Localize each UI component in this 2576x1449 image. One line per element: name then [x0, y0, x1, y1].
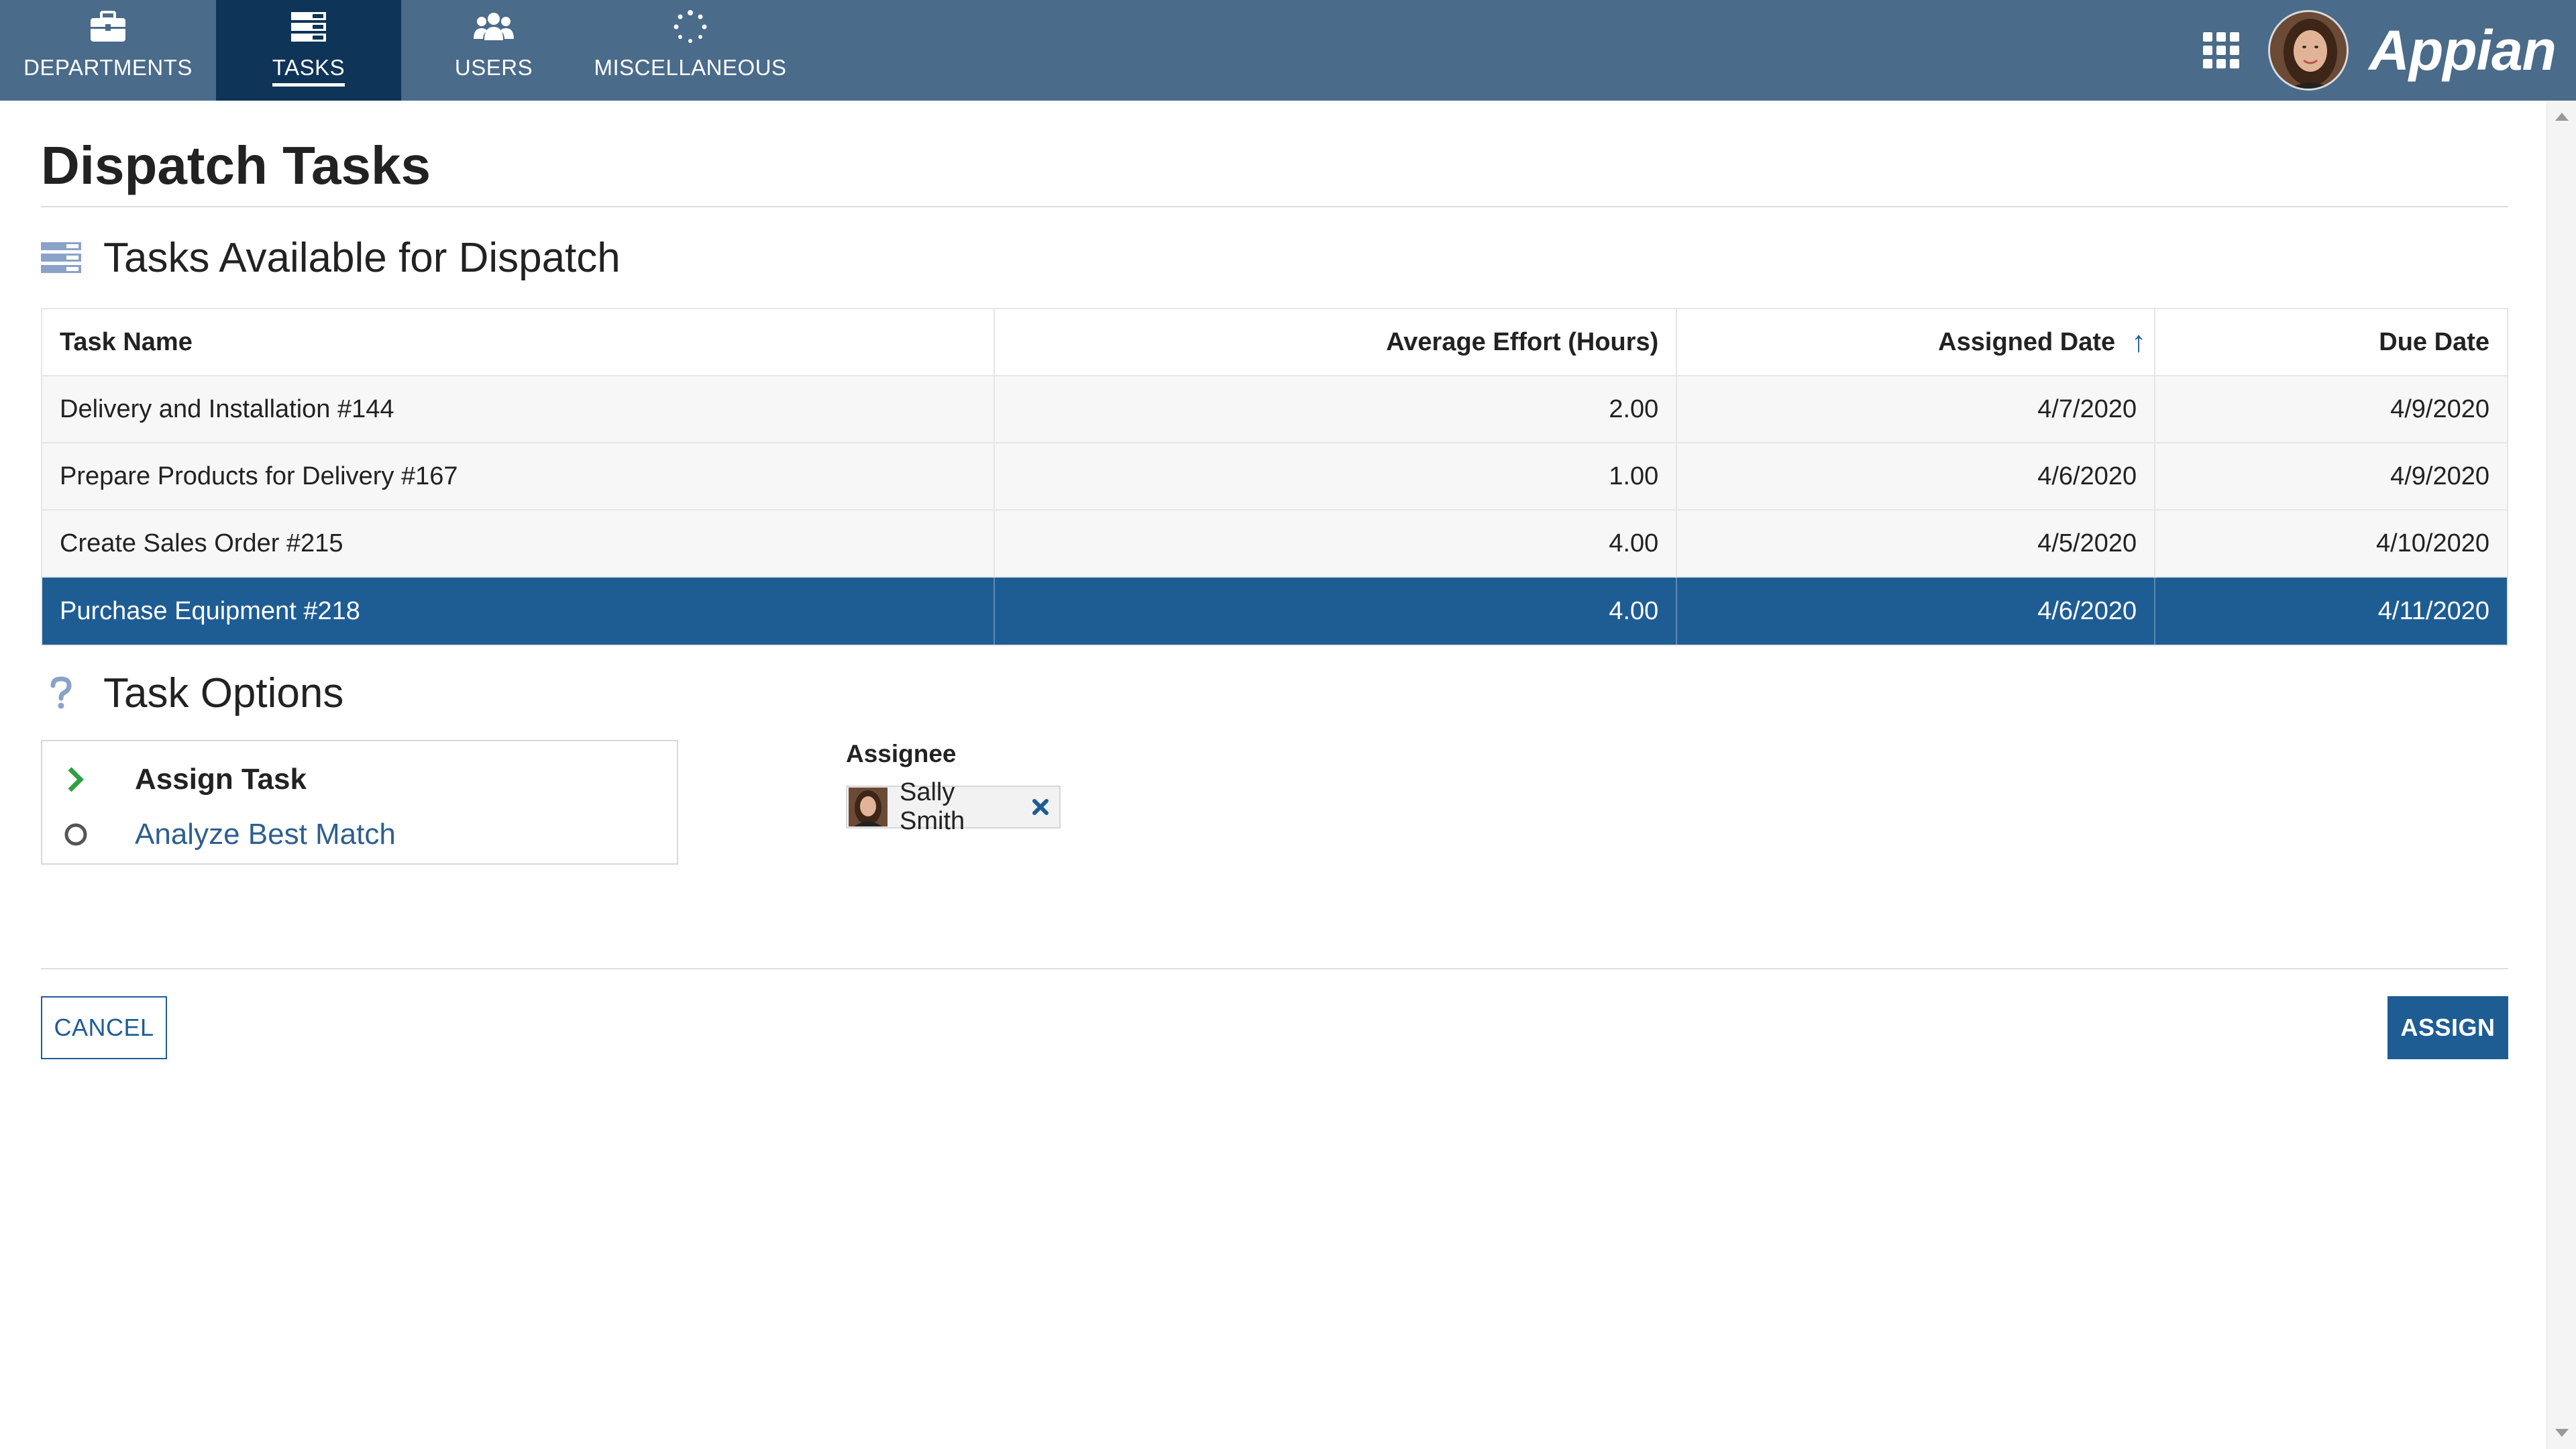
- help-icon: [41, 676, 81, 710]
- tab-miscellaneous[interactable]: MISCELLANEOUS: [586, 0, 794, 101]
- table-row[interactable]: Prepare Products for Delivery #167 1.00 …: [42, 443, 2507, 511]
- tasks-section-heading: Tasks Available for Dispatch: [41, 207, 2508, 308]
- tab-departments[interactable]: DEPARTMENTS: [0, 0, 216, 101]
- tasks-section-title: Tasks Available for Dispatch: [103, 234, 621, 281]
- assignee-user-chip[interactable]: Sally Smith: [846, 778, 1061, 835]
- cell-average-effort: 4.00: [995, 511, 1678, 576]
- task-list-icon: [290, 7, 327, 47]
- cell-task-name: Purchase Equipment #218: [42, 578, 995, 645]
- assignee-name: Sally Smith: [900, 778, 965, 835]
- tasks-grid: Task Name Average Effort (Hours) Assigne…: [41, 308, 2508, 646]
- chevron-right-icon: [62, 766, 89, 793]
- page-title: Dispatch Tasks: [41, 136, 431, 195]
- sort-ascending-icon: ↑: [2131, 325, 2147, 358]
- radio-circle-icon: [62, 821, 89, 848]
- options-section-title: Task Options: [103, 669, 344, 716]
- tab-miscellaneous-label: MISCELLANEOUS: [594, 55, 787, 80]
- assign-button[interactable]: ASSIGN: [2387, 996, 2508, 1059]
- cell-due-date: 4/11/2020: [2377, 596, 2489, 625]
- cell-average-effort: 2.00: [995, 376, 1678, 442]
- option-analyze-best-match[interactable]: Analyze Best Match: [42, 807, 677, 862]
- assignee-field: Assignee Sally Smith: [846, 740, 1061, 835]
- cell-assigned-date: 4/6/2020: [1677, 443, 2156, 509]
- column-header-assigned-date-label: Assigned Date: [1938, 327, 2116, 356]
- column-header-task-name[interactable]: Task Name: [42, 309, 995, 375]
- task-list-icon: [41, 241, 81, 274]
- tab-departments-label: DEPARTMENTS: [23, 55, 193, 80]
- assignee-label: Assignee: [846, 740, 957, 767]
- column-header-assigned-date[interactable]: Assigned Date ↑: [1677, 309, 2156, 375]
- top-navigation-bar: DEPARTMENTS TASKS USERS MISCELLANEOUS Ap…: [0, 0, 2576, 101]
- cell-task-name: Prepare Products for Delivery #167: [42, 443, 995, 509]
- app-grid-icon[interactable]: [2201, 30, 2241, 70]
- tab-tasks[interactable]: TASKS: [216, 0, 401, 101]
- appian-logo[interactable]: Appian: [2369, 18, 2557, 83]
- remove-icon[interactable]: [1027, 794, 1054, 820]
- options-area: Assign Task Analyze Best Match Assignee: [41, 740, 2508, 968]
- cell-task-name: Create Sales Order #215: [42, 511, 995, 576]
- main-content: Dispatch Tasks Tasks Available for Dispa…: [41, 101, 2508, 1083]
- tab-users-label: USERS: [454, 55, 533, 80]
- option-analyze-best-match-label: Analyze Best Match: [135, 818, 396, 851]
- tab-tasks-label: TASKS: [272, 55, 345, 87]
- cancel-button[interactable]: CANCEL: [41, 996, 167, 1059]
- column-header-average-effort[interactable]: Average Effort (Hours): [994, 309, 1678, 375]
- cell-assigned-date: 4/7/2020: [1677, 376, 2156, 442]
- cell-due-date: 4/10/2020: [2375, 529, 2489, 557]
- table-header-row: Task Name Average Effort (Hours) Assigne…: [42, 309, 2507, 376]
- column-header-due-date[interactable]: Due Date: [2155, 309, 2507, 375]
- table-row[interactable]: Create Sales Order #215 4.00 4/5/2020 4/…: [42, 511, 2507, 578]
- spinner-icon: [673, 7, 708, 47]
- table-row[interactable]: Delivery and Installation #144 2.00 4/7/…: [42, 376, 2507, 443]
- cell-average-effort: 1.00: [995, 443, 1678, 509]
- action-buttons: CANCEL ASSIGN: [41, 969, 2508, 1083]
- briefcase-icon: [89, 7, 127, 47]
- cell-assigned-date: 4/5/2020: [1677, 511, 2156, 576]
- users-icon: [474, 7, 514, 47]
- tab-users[interactable]: USERS: [401, 0, 586, 101]
- scroll-up-arrow-icon[interactable]: [2555, 113, 2569, 121]
- scroll-down-arrow-icon[interactable]: [2555, 1429, 2569, 1437]
- user-avatar[interactable]: [2268, 10, 2349, 91]
- options-section-heading: Task Options: [41, 646, 2508, 740]
- task-options-list: Assign Task Analyze Best Match: [41, 740, 678, 865]
- topbar-right-group: Appian: [2201, 0, 2576, 101]
- option-assign-task-label: Assign Task: [135, 763, 307, 796]
- cell-due-date: 4/9/2020: [2390, 462, 2489, 490]
- table-row-selected[interactable]: Purchase Equipment #218 4.00 4/6/2020 4/…: [42, 578, 2507, 645]
- option-assign-task[interactable]: Assign Task: [42, 752, 677, 807]
- cell-assigned-date: 4/6/2020: [1677, 578, 2156, 645]
- cell-due-date: 4/9/2020: [2390, 394, 2489, 423]
- cell-task-name: Delivery and Installation #144: [42, 376, 995, 442]
- vertical-scrollbar[interactable]: [2546, 101, 2576, 1449]
- cell-average-effort: 4.00: [995, 578, 1678, 645]
- assignee-avatar: [849, 788, 888, 826]
